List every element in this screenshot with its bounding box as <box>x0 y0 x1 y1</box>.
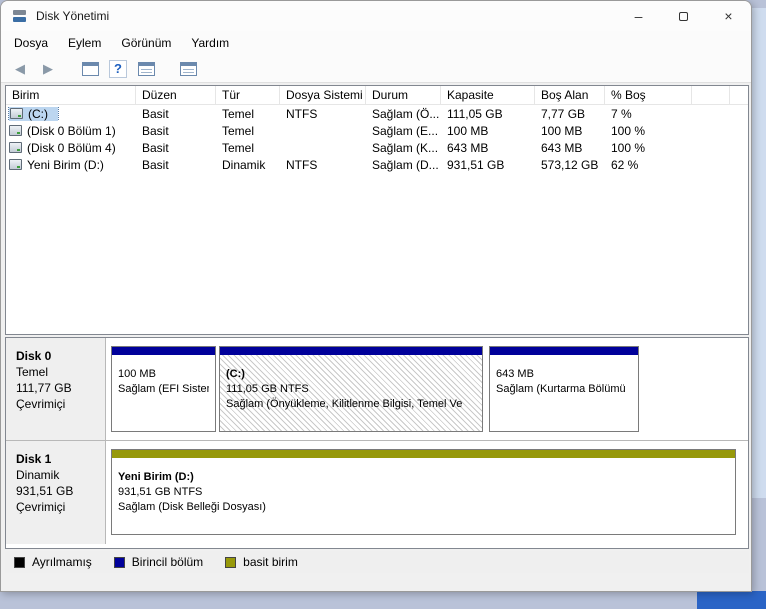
graphical-view-panel: Disk 0 Temel 111,77 GB Çevrimiçi 100 MB … <box>5 337 749 549</box>
partition-c[interactable]: (C:) 111,05 GB NTFS Sağlam (Önyükleme, K… <box>219 346 483 432</box>
partition-d[interactable]: Yeni Birim (D:) 931,51 GB NTFS Sağlam (D… <box>111 449 736 535</box>
disk-0-row: Disk 0 Temel 111,77 GB Çevrimiçi 100 MB … <box>6 338 748 441</box>
console-tree-icon <box>81 61 99 76</box>
partition-color-bar <box>220 347 482 355</box>
forward-icon: ▶ <box>43 60 53 76</box>
partition-recovery[interactable]: 643 MB Sağlam (Kurtarma Bölümü <box>489 346 639 432</box>
disk-management-window: Disk Yönetimi – × Dosya Eylem Görünüm Ya… <box>0 0 752 592</box>
column-header-kapasite[interactable]: Kapasite <box>441 86 535 104</box>
legend-label: Birincil bölüm <box>131 555 204 569</box>
partition-color-bar <box>490 347 638 355</box>
unallocated-color-swatch <box>14 556 25 568</box>
menu-gorunum[interactable]: Görünüm <box>111 33 181 53</box>
menu-bar: Dosya Eylem Görünüm Yardım <box>1 31 751 55</box>
disk-type: Dinamik <box>16 468 60 482</box>
disk-size: 111,77 GB <box>16 381 72 395</box>
column-header-pct-bos[interactable]: % Boş <box>605 86 692 104</box>
volume-name: Yeni Birim (D:) <box>27 157 104 172</box>
legend-item-unallocated: Ayrılmamış <box>14 555 92 569</box>
volume-list-header: Birim Düzen Tür Dosya Sistemi Durum Kapa… <box>6 86 748 105</box>
desktop-fragment <box>752 8 766 498</box>
show-console-tree-button[interactable] <box>79 58 101 80</box>
app-icon <box>12 8 28 24</box>
column-header-bos-alan[interactable]: Boş Alan <box>535 86 605 104</box>
column-header-extra[interactable] <box>692 86 730 104</box>
graphical-view-icon <box>179 61 197 76</box>
partition-color-bar <box>112 347 215 355</box>
volume-list-panel: Birim Düzen Tür Dosya Sistemi Durum Kapa… <box>5 85 749 335</box>
column-header-durum[interactable]: Durum <box>366 86 441 104</box>
menu-eylem[interactable]: Eylem <box>58 33 111 53</box>
volume-name: (Disk 0 Bölüm 1) <box>27 123 116 138</box>
window-title: Disk Yönetimi <box>36 9 110 23</box>
table-row[interactable]: (Disk 0 Bölüm 4) Basit Temel Sağlam (K..… <box>6 139 748 156</box>
maximize-button[interactable] <box>661 1 706 31</box>
back-icon: ◀ <box>15 60 25 76</box>
volume-name: (Disk 0 Bölüm 4) <box>27 140 116 155</box>
disk-1-track: Yeni Birim (D:) 931,51 GB NTFS Sağlam (D… <box>106 441 748 544</box>
legend-bar: Ayrılmamış Birincil bölüm basit birim <box>5 551 749 573</box>
table-row[interactable]: Yeni Birim (D:) Basit Dinamik NTFS Sağla… <box>6 156 748 173</box>
show-graphical-view-button[interactable] <box>177 58 199 80</box>
disk-1-row: Disk 1 Dinamik 931,51 GB Çevrimiçi Yeni … <box>6 441 748 544</box>
forward-button[interactable]: ▶ <box>37 58 59 80</box>
desktop-fragment-taskbar <box>697 591 766 609</box>
minimize-button[interactable]: – <box>616 1 661 31</box>
table-row[interactable]: (Disk 0 Bölüm 1) Basit Temel Sağlam (E..… <box>6 122 748 139</box>
legend-item-primary-partition: Birincil bölüm <box>113 555 204 569</box>
disk-type: Temel <box>16 365 49 379</box>
partition-color-bar <box>112 450 735 458</box>
maximize-icon <box>679 11 688 21</box>
legend-label: basit birim <box>243 555 298 569</box>
titlebar: Disk Yönetimi – × <box>1 1 751 31</box>
volume-icon <box>9 142 22 153</box>
legend-item-simple-volume: basit birim <box>225 555 298 569</box>
help-button[interactable]: ? <box>107 58 129 80</box>
disk-0-label[interactable]: Disk 0 Temel 111,77 GB Çevrimiçi <box>6 338 106 440</box>
toolbar: ◀ ▶ ? <box>1 55 751 83</box>
menu-dosya[interactable]: Dosya <box>4 33 58 53</box>
volume-list-icon <box>137 61 155 76</box>
volume-icon <box>10 108 23 119</box>
help-icon: ? <box>109 59 127 78</box>
legend-label: Ayrılmamış <box>32 555 92 569</box>
back-button[interactable]: ◀ <box>9 58 31 80</box>
column-header-birim[interactable]: Birim <box>6 86 136 104</box>
disk-size: 931,51 GB <box>16 484 74 498</box>
menu-yardim[interactable]: Yardım <box>181 33 239 53</box>
table-row[interactable]: (C:) Basit Temel NTFS Sağlam (Ö... 111,0… <box>6 105 748 122</box>
disk-status: Çevrimiçi <box>16 397 66 411</box>
show-volume-list-button[interactable] <box>135 58 157 80</box>
column-header-tur[interactable]: Tür <box>216 86 280 104</box>
column-header-duzen[interactable]: Düzen <box>136 86 216 104</box>
simple-volume-color-swatch <box>225 556 237 568</box>
primary-partition-color-swatch <box>113 556 125 568</box>
partition-efi[interactable]: 100 MB Sağlam (EFI Sistem <box>111 346 216 432</box>
volume-icon <box>9 125 22 136</box>
disk-status: Çevrimiçi <box>16 500 66 514</box>
disk-name: Disk 0 <box>16 349 52 363</box>
column-header-filler <box>730 86 748 104</box>
disk-0-track: 100 MB Sağlam (EFI Sistem (C:) 111,05 GB… <box>106 338 748 440</box>
volume-icon <box>9 159 22 170</box>
close-button[interactable]: × <box>706 1 751 31</box>
disk-name: Disk 1 <box>16 452 52 466</box>
disk-1-label[interactable]: Disk 1 Dinamik 931,51 GB Çevrimiçi <box>6 441 106 544</box>
volume-name: (C:) <box>28 106 48 121</box>
column-header-dosya-sistemi[interactable]: Dosya Sistemi <box>280 86 366 104</box>
